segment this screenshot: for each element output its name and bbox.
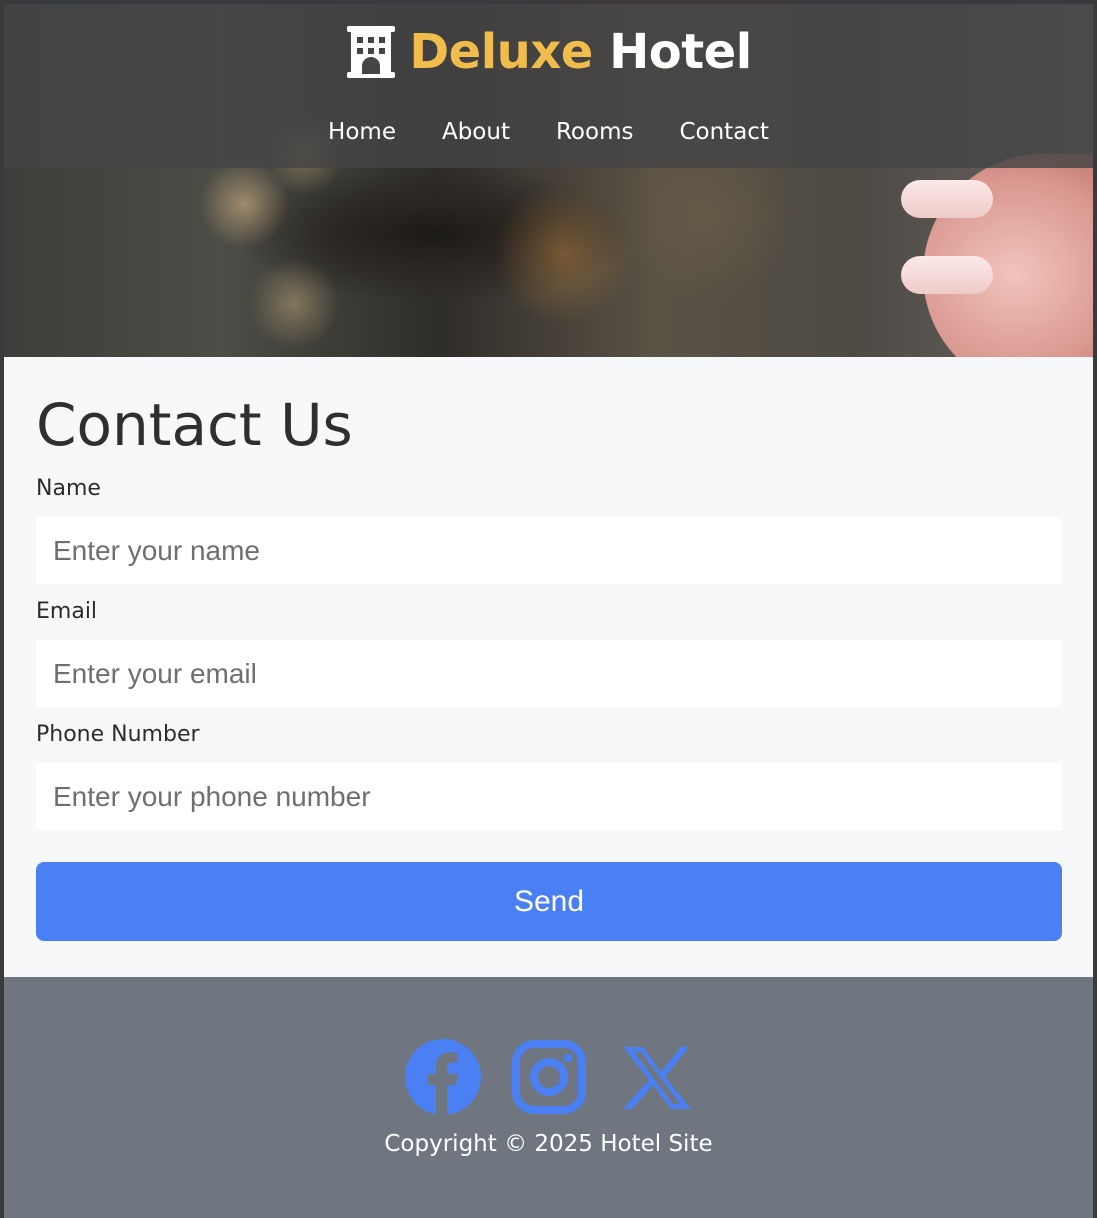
facebook-link[interactable]: [404, 1039, 481, 1115]
contact-section: Contact Us Name Email Phone Number Send: [4, 357, 1093, 941]
facebook-icon: [404, 1039, 481, 1115]
name-field[interactable]: [36, 517, 1062, 584]
hotel-building-icon: [347, 26, 396, 78]
page-title: Contact Us: [36, 391, 353, 459]
footer: Copyright © 2025 Hotel Site: [4, 977, 1093, 1218]
brand-name-second: Hotel: [609, 24, 752, 80]
instagram-icon: [511, 1040, 586, 1114]
brand-name-first: Deluxe: [409, 24, 593, 80]
contact-form: Name Email Phone Number Send: [36, 476, 1062, 941]
name-label: Name: [36, 476, 101, 501]
phone-field[interactable]: [36, 763, 1062, 830]
brand-logo[interactable]: Deluxe Hotel: [4, 24, 1093, 80]
x-icon: [622, 1047, 691, 1109]
copyright-text: Copyright © 2025 Hotel Site: [384, 1131, 713, 1157]
nav-item-about[interactable]: About: [419, 116, 533, 148]
page: Deluxe Hotel Home About Rooms Contact Co…: [4, 4, 1093, 1218]
nav-item-contact[interactable]: Contact: [656, 116, 791, 148]
email-field[interactable]: [36, 640, 1062, 707]
email-label: Email: [36, 599, 98, 624]
phone-label: Phone Number: [36, 722, 200, 747]
instagram-link[interactable]: [511, 1039, 587, 1115]
send-button[interactable]: Send: [36, 862, 1062, 941]
nav-item-rooms[interactable]: Rooms: [533, 116, 656, 148]
hero-header: Deluxe Hotel Home About Rooms Contact: [4, 4, 1093, 357]
nav-item-home[interactable]: Home: [305, 116, 419, 148]
social-links: [4, 1039, 1093, 1115]
main-nav: Home About Rooms Contact: [4, 116, 1093, 148]
x-link[interactable]: [617, 1039, 693, 1115]
